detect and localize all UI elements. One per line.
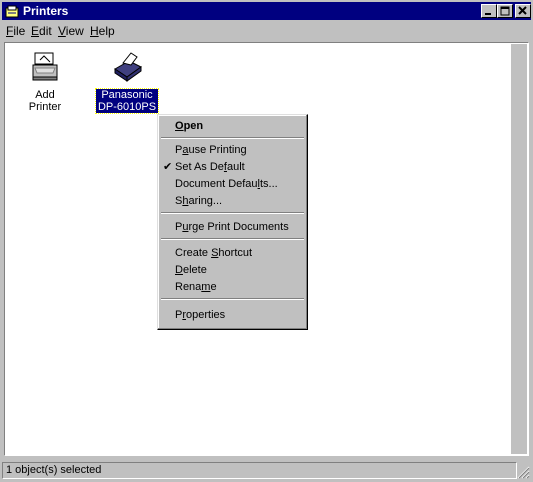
- add-printer-icon: [32, 52, 58, 81]
- ctx-properties[interactable]: Properties: [161, 307, 304, 324]
- ctx-separator: [161, 137, 304, 139]
- printers-folder-icon: [5, 5, 19, 18]
- ctx-create-shortcut[interactable]: Create Shortcut: [161, 245, 304, 262]
- vertical-scrollbar[interactable]: [511, 44, 527, 454]
- close-button[interactable]: [515, 4, 531, 18]
- minimize-icon: [485, 13, 491, 15]
- status-text: 1 object(s) selected: [2, 462, 517, 479]
- ctx-separator: [161, 298, 304, 300]
- add-printer-item[interactable]: Add Printer: [17, 51, 73, 113]
- ctx-sharing[interactable]: Sharing...: [161, 193, 304, 210]
- add-printer-label: Add Printer: [28, 89, 62, 113]
- menu-help[interactable]: Help: [90, 24, 115, 38]
- maximize-button[interactable]: [497, 4, 513, 18]
- panasonic-printer-item[interactable]: Panasonic DP-6010PS: [94, 51, 160, 114]
- close-icon: [518, 6, 527, 15]
- resize-grip-icon[interactable]: [517, 466, 530, 479]
- printers-window: Printers File Edit View Help Add Printer…: [0, 0, 533, 482]
- ctx-open[interactable]: Open: [161, 118, 304, 135]
- ctx-separator: [161, 238, 304, 240]
- maximize-icon: [500, 6, 510, 16]
- menu-view[interactable]: View: [58, 24, 84, 38]
- ctx-document-defaults[interactable]: Document Defaults...: [161, 176, 304, 193]
- window-title: Printers: [23, 4, 69, 18]
- ctx-delete[interactable]: Delete: [161, 262, 304, 279]
- menu-bar: File Edit View Help: [2, 21, 531, 40]
- ctx-set-as-default[interactable]: ✔ Set As Default: [161, 159, 304, 176]
- ctx-purge-print-documents[interactable]: Purge Print Documents: [161, 219, 304, 236]
- ctx-pause-printing[interactable]: Pause Printing: [161, 142, 304, 159]
- status-bar: 1 object(s) selected: [2, 460, 531, 480]
- checkmark-icon: ✔: [163, 161, 173, 173]
- context-menu: Open Pause Printing ✔ Set As Default Docu…: [157, 114, 308, 330]
- panasonic-printer-label: Panasonic DP-6010PS: [94, 88, 160, 114]
- ctx-separator: [161, 212, 304, 214]
- title-bar[interactable]: Printers: [2, 2, 531, 20]
- ctx-rename[interactable]: Rename: [161, 279, 304, 296]
- menu-edit[interactable]: Edit: [31, 24, 52, 38]
- printer-icon: [114, 52, 142, 82]
- menu-file[interactable]: File: [6, 24, 25, 38]
- minimize-button[interactable]: [481, 4, 497, 18]
